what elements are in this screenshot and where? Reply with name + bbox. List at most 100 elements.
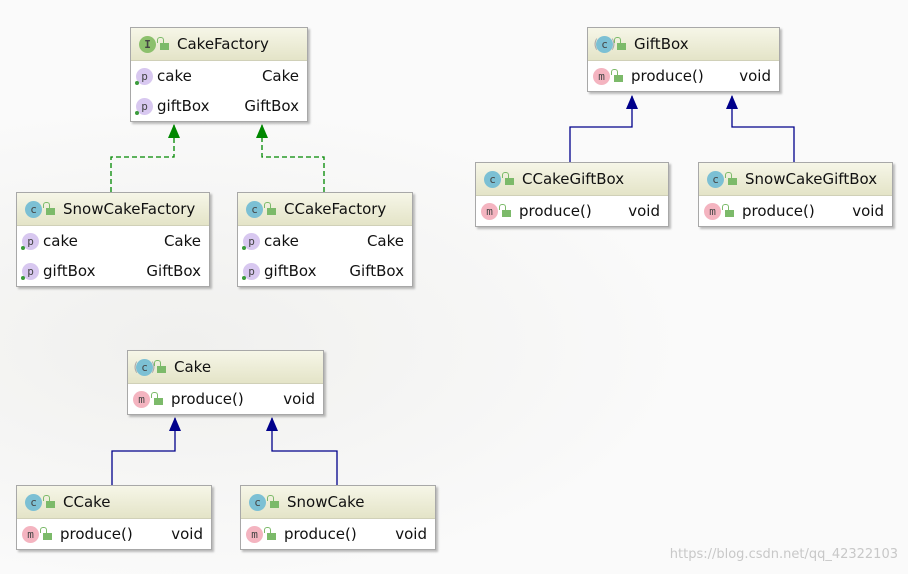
public-lock-icon — [499, 203, 511, 217]
public-lock-icon — [40, 526, 52, 540]
extends-edge — [271, 418, 338, 485]
public-lock-icon — [614, 36, 626, 50]
class-icon: c — [484, 170, 501, 188]
member-row[interactable]: p giftBox GiftBox — [17, 256, 209, 286]
class-header[interactable]: c CCakeGiftBox — [476, 163, 668, 196]
member-row[interactable]: m produce() void — [476, 196, 668, 226]
class-header[interactable]: c GiftBox — [588, 28, 779, 61]
class-c-cake-gift-box[interactable]: c CCakeGiftBox m produce() void — [475, 162, 669, 227]
public-lock-icon — [611, 68, 623, 82]
class-name: Cake — [174, 358, 212, 376]
member-type: void — [395, 525, 427, 543]
public-lock-icon — [264, 201, 276, 215]
member-name: produce() — [631, 67, 704, 85]
method-icon: m — [481, 202, 498, 220]
member-type: GiftBox — [349, 262, 404, 280]
arrowhead-icon — [256, 124, 268, 138]
member-name: giftBox — [43, 262, 96, 280]
public-lock-icon — [43, 201, 55, 215]
member-row[interactable]: p giftBox GiftBox — [131, 91, 307, 121]
member-name: cake — [157, 67, 192, 85]
class-header[interactable]: c CCake — [17, 486, 211, 519]
member-row[interactable]: p cake Cake — [17, 226, 209, 256]
member-type: Cake — [261, 67, 299, 85]
member-row[interactable]: m produce() void — [699, 196, 892, 226]
class-gift-box[interactable]: c GiftBox m produce() void — [587, 27, 780, 92]
class-c-cake-factory[interactable]: c CCakeFactory p cake Cake p giftBox Gif… — [237, 192, 413, 287]
visibility-dot-icon — [135, 111, 139, 115]
public-lock-icon — [264, 526, 276, 540]
member-row[interactable]: p giftBox GiftBox — [238, 256, 412, 286]
method-icon: m — [22, 525, 39, 543]
member-name: cake — [43, 232, 78, 250]
member-row[interactable]: m produce() void — [588, 61, 779, 91]
arrowhead-icon — [169, 417, 181, 431]
member-name: produce() — [284, 525, 357, 543]
class-header[interactable]: I CakeFactory — [131, 28, 307, 61]
class-name: GiftBox — [634, 35, 689, 53]
member-type: void — [283, 390, 315, 408]
class-snow-cake-factory[interactable]: c SnowCakeFactory p cake Cake p giftBox … — [16, 192, 210, 287]
watermark: https://blog.csdn.net/qq_42322103 — [669, 547, 898, 562]
class-cake-factory[interactable]: I CakeFactory p cake Cake p giftBox Gift… — [130, 27, 308, 122]
member-row[interactable]: m produce() void — [17, 519, 211, 549]
class-header[interactable]: c Cake — [128, 351, 323, 384]
member-type: void — [171, 525, 203, 543]
member-type: void — [739, 67, 771, 85]
abstract-icon: c — [132, 358, 157, 376]
class-name: CCake — [63, 493, 111, 511]
member-type: void — [852, 202, 884, 220]
method-icon: m — [133, 390, 150, 408]
class-header[interactable]: c CCakeFactory — [238, 193, 412, 226]
class-header[interactable]: c SnowCakeFactory — [17, 193, 209, 226]
visibility-dot-icon — [135, 81, 139, 85]
public-lock-icon — [725, 171, 737, 185]
method-icon: m — [593, 67, 610, 85]
member-name: giftBox — [264, 262, 317, 280]
public-lock-icon — [267, 494, 279, 508]
member-row[interactable]: p cake Cake — [131, 61, 307, 91]
implements-edge — [261, 125, 325, 192]
class-icon: c — [249, 493, 266, 511]
class-cake[interactable]: c Cake m produce() void — [127, 350, 324, 415]
extends-edge — [111, 418, 176, 485]
visibility-dot-icon — [21, 246, 25, 250]
member-name: giftBox — [157, 97, 210, 115]
member-type: void — [628, 202, 660, 220]
member-type: GiftBox — [146, 262, 201, 280]
visibility-dot-icon — [242, 276, 246, 280]
arrowhead-icon — [266, 417, 278, 431]
member-name: cake — [264, 232, 299, 250]
member-row[interactable]: m produce() void — [241, 519, 435, 549]
visibility-dot-icon — [242, 246, 246, 250]
class-icon: c — [246, 200, 263, 218]
class-header[interactable]: c SnowCakeGiftBox — [699, 163, 892, 196]
class-name: CCakeGiftBox — [522, 170, 625, 188]
class-header[interactable]: c SnowCake — [241, 486, 435, 519]
arrowhead-icon — [168, 124, 180, 138]
member-row[interactable]: m produce() void — [128, 384, 323, 414]
member-row[interactable]: p cake Cake — [238, 226, 412, 256]
method-icon: m — [246, 525, 263, 543]
member-name: produce() — [519, 202, 592, 220]
interface-icon: I — [139, 35, 156, 53]
abstract-icon: c — [592, 35, 617, 53]
class-icon: c — [707, 170, 724, 188]
public-lock-icon — [722, 203, 734, 217]
class-name: SnowCake — [287, 493, 365, 511]
class-snow-cake[interactable]: c SnowCake m produce() void — [240, 485, 436, 550]
member-name: produce() — [742, 202, 815, 220]
method-icon: m — [704, 202, 721, 220]
member-type: Cake — [366, 232, 404, 250]
extends-edge — [569, 96, 633, 162]
class-c-cake[interactable]: c CCake m produce() void — [16, 485, 212, 550]
class-name: CCakeFactory — [284, 200, 387, 218]
member-type: Cake — [163, 232, 201, 250]
class-snow-cake-gift-box[interactable]: c SnowCakeGiftBox m produce() void — [698, 162, 893, 227]
extends-edge — [731, 96, 795, 162]
public-lock-icon — [151, 391, 163, 405]
public-lock-icon — [502, 171, 514, 185]
class-icon: c — [25, 200, 42, 218]
class-name: CakeFactory — [177, 35, 269, 53]
member-type: GiftBox — [244, 97, 299, 115]
